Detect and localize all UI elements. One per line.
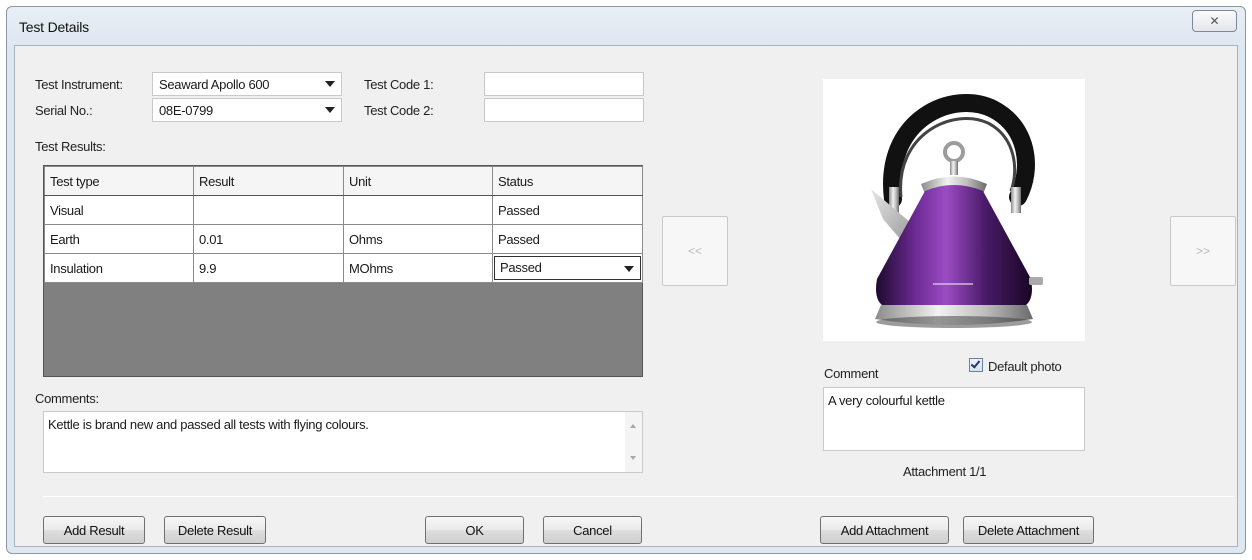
column-header-unit[interactable]: Unit (343, 166, 493, 196)
test-code-1-input[interactable] (484, 72, 644, 96)
cell-result[interactable]: 0.01 (193, 224, 344, 254)
close-icon: ✕ (1209, 14, 1220, 28)
status-select[interactable]: Passed (494, 256, 641, 280)
chevron-down-icon (325, 81, 335, 87)
cell-result[interactable] (193, 195, 344, 225)
comments-label: Comments: (35, 391, 99, 406)
cancel-button[interactable]: Cancel (543, 516, 642, 544)
table-row[interactable]: Insulation 9.9 MOhms Passed (44, 253, 643, 283)
comments-text: Kettle is brand new and passed all tests… (48, 417, 369, 432)
test-results-grid[interactable]: Test type Result Unit Status Visual Pass… (43, 165, 643, 377)
previous-attachment-label: << (687, 244, 702, 258)
test-code-1-label: Test Code 1: (364, 77, 434, 92)
test-code-2-label: Test Code 2: (364, 103, 434, 118)
close-button[interactable]: ✕ (1192, 10, 1237, 32)
attachment-photo (823, 79, 1085, 341)
next-attachment-label: >> (1195, 244, 1210, 258)
test-details-window: Test Details ✕ Test Instrument: Seaward … (6, 6, 1246, 554)
attachment-counter: Attachment 1/1 (903, 464, 987, 479)
attachment-comment-label: Comment (824, 366, 879, 381)
default-photo-label: Default photo (988, 359, 1062, 374)
attachment-comment-text: A very colourful kettle (828, 393, 945, 408)
test-instrument-select[interactable]: Seaward Apollo 600 (152, 72, 342, 96)
cell-test-type[interactable]: Visual (44, 195, 194, 225)
comments-scrollbar[interactable] (625, 412, 642, 472)
previous-attachment-button[interactable]: << (662, 216, 728, 286)
table-row[interactable]: Earth 0.01 Ohms Passed (44, 224, 643, 254)
cell-unit[interactable] (343, 195, 493, 225)
cell-test-type[interactable]: Insulation (44, 253, 194, 283)
window-title: Test Details (19, 19, 89, 35)
table-header-row: Test type Result Unit Status (44, 166, 643, 196)
serial-no-select[interactable]: 08E-0799 (152, 98, 342, 122)
chevron-down-icon (624, 266, 634, 272)
cell-status[interactable]: Passed (492, 224, 643, 254)
add-result-button[interactable]: Add Result (43, 516, 145, 544)
chevron-down-icon (325, 107, 335, 113)
column-header-test-type[interactable]: Test type (44, 166, 194, 196)
status-select-value: Passed (500, 260, 542, 275)
cell-status[interactable]: Passed (492, 195, 643, 225)
comments-textarea[interactable]: Kettle is brand new and passed all tests… (43, 411, 643, 473)
divider (43, 496, 1235, 497)
delete-result-button[interactable]: Delete Result (164, 516, 266, 544)
test-instrument-value: Seaward Apollo 600 (159, 77, 270, 92)
attachment-comment-textarea[interactable]: A very colourful kettle (823, 387, 1085, 451)
serial-no-value: 08E-0799 (159, 103, 213, 118)
column-header-status[interactable]: Status (492, 166, 643, 196)
next-attachment-button[interactable]: >> (1170, 216, 1236, 286)
test-results-label: Test Results: (35, 139, 106, 154)
scroll-down-icon[interactable] (630, 456, 636, 460)
table-row[interactable]: Visual Passed (44, 195, 643, 225)
default-photo-checkbox[interactable] (969, 358, 983, 372)
cell-unit[interactable]: MOhms (343, 253, 493, 283)
serial-no-label: Serial No.: (35, 103, 93, 118)
title-bar: Test Details ✕ (7, 7, 1245, 45)
dialog-body: Test Instrument: Seaward Apollo 600 Seri… (14, 45, 1238, 547)
cell-unit[interactable]: Ohms (343, 224, 493, 254)
test-instrument-label: Test Instrument: (35, 77, 123, 92)
column-header-result[interactable]: Result (193, 166, 344, 196)
cell-test-type[interactable]: Earth (44, 224, 194, 254)
scroll-up-icon[interactable] (630, 424, 636, 428)
delete-attachment-button[interactable]: Delete Attachment (963, 516, 1094, 544)
kettle-photo-icon (871, 94, 1043, 328)
checkmark-icon (970, 358, 981, 369)
test-code-2-input[interactable] (484, 98, 644, 122)
add-attachment-button[interactable]: Add Attachment (820, 516, 949, 544)
cell-result[interactable]: 9.9 (193, 253, 344, 283)
cell-status: Passed (492, 253, 643, 283)
ok-button[interactable]: OK (425, 516, 524, 544)
